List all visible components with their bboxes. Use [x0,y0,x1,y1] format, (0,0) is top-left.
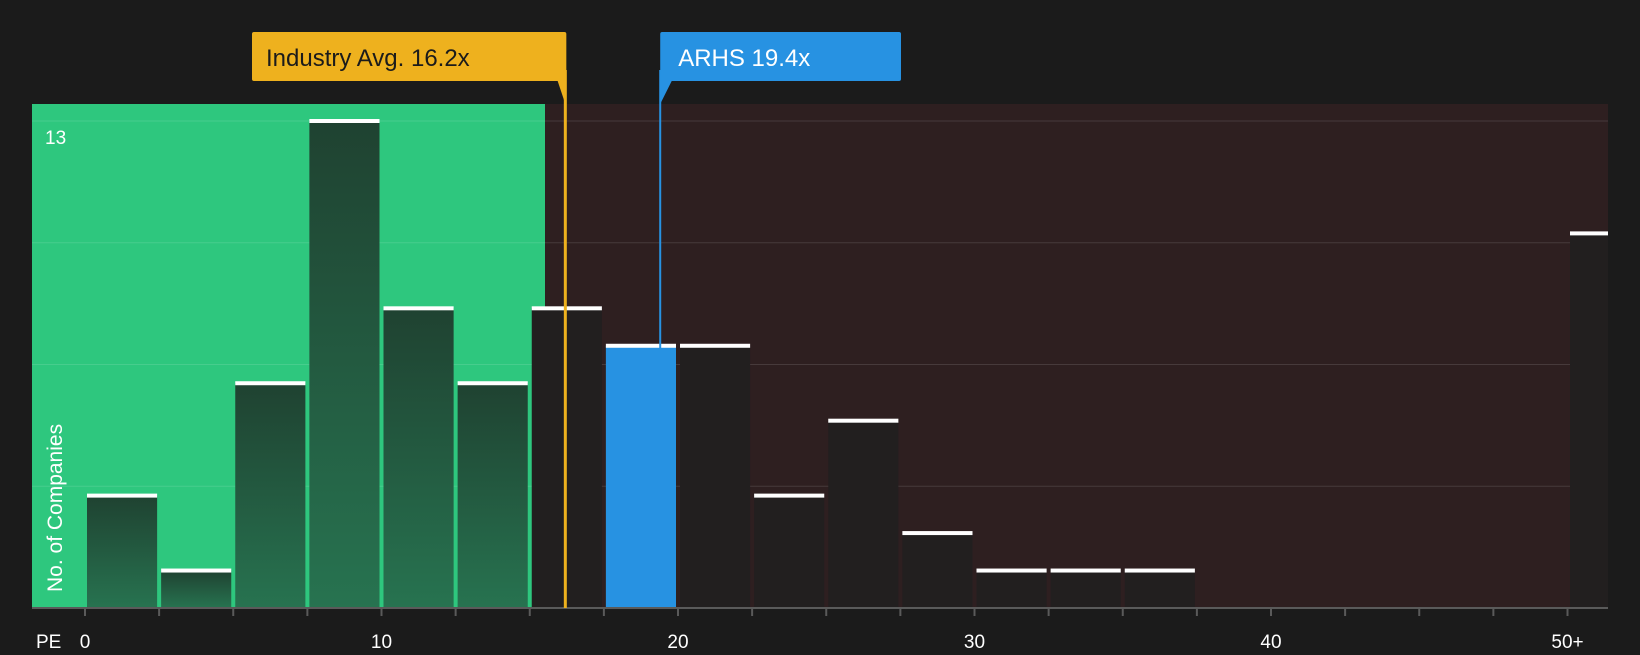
histogram-bar [457,383,528,608]
histogram-bar [161,570,232,608]
x-tick-label: 30 [964,632,985,650]
company-pe-pointer [660,80,673,104]
histogram-bar-cap [87,493,158,498]
histogram-bar-cap [161,568,232,573]
histogram-bar [1050,570,1121,608]
pe-distribution-chart: 0 10 20 30 40 50+ 13 No. of Companies PE Indu… [0,0,1640,653]
histogram-bar [235,383,306,608]
histogram-bar [383,308,454,608]
histogram-bar-cap [976,568,1047,573]
histogram-bar [605,345,676,608]
histogram-bar-cap [680,343,751,348]
histogram-bar-cap [235,381,306,386]
chart-canvas: 0 10 20 30 40 50+ 13 No. of Companies PE Indu… [32,32,1608,653]
histogram-bar [1124,570,1195,608]
histogram-bar [754,495,825,608]
histogram-bar [87,495,158,608]
x-tick-label: 40 [1260,632,1281,650]
x-tick-label: 50+ [1551,632,1583,650]
y-axis-title: No. of Companies [44,424,67,592]
x-axis-ticks: 0 10 20 30 40 50+ [80,608,1584,653]
histogram-bar-cap [754,493,825,498]
x-axis-title: PE [36,632,61,650]
histogram-bar-cap [1570,231,1608,236]
histogram-bar [902,533,973,608]
histogram-bar-cap [828,418,899,423]
histogram-bar-cap [309,119,380,123]
histogram-bar [976,570,1047,608]
histogram-bar-cap [383,306,454,311]
histogram-bar [309,121,380,608]
histogram-bar-cap [457,381,528,386]
histogram-bar-cap [902,531,973,536]
company-pe-label: ARHS 19.4x [678,45,810,72]
x-tick-label: 0 [80,632,91,650]
x-tick-label: 20 [667,632,688,650]
histogram-bar-cap [605,343,676,348]
histogram-bar-cap [1050,568,1121,573]
histogram-bar [680,345,751,608]
histogram-bar [828,420,899,608]
x-tick-label: 10 [371,632,392,650]
y-max-label: 13 [45,128,66,149]
industry-average-label: Industry Avg. 16.2x [266,45,470,72]
histogram-bar-cap [1124,568,1195,573]
histogram-bar [1570,233,1608,608]
